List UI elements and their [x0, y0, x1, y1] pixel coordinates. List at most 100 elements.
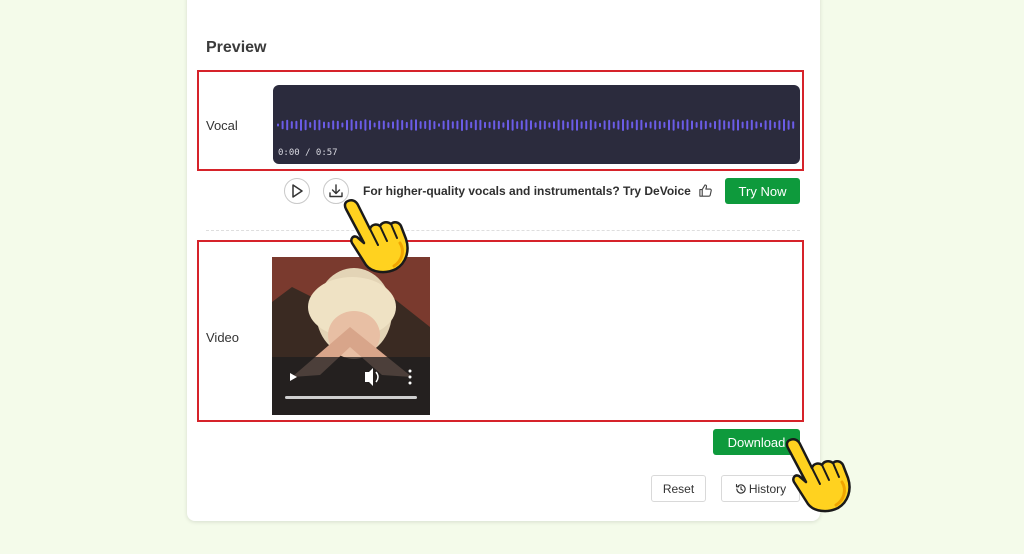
waveform-bar [700, 120, 703, 130]
waveform-bar [488, 121, 491, 129]
waveform-bar [645, 122, 647, 128]
waveform-bar [612, 121, 615, 129]
waveform-bar [571, 119, 574, 131]
waveform-bar [456, 120, 459, 130]
waveform-bar [576, 119, 578, 131]
waveform-bar [681, 120, 684, 130]
waveform-bar [718, 119, 721, 131]
waveform-bar [415, 119, 417, 131]
waveform-bar [382, 120, 385, 130]
waveform-bar [520, 120, 523, 130]
waveform-bar [493, 120, 496, 130]
waveform-bar [543, 120, 546, 130]
waveform-bar [622, 119, 624, 131]
vocal-label: Vocal [206, 118, 238, 133]
waveform-bar [769, 120, 772, 131]
waveform-bar [686, 119, 689, 131]
waveform-bar [783, 119, 785, 131]
waveform-bar [327, 121, 330, 129]
waveform-bar [373, 122, 376, 128]
waveform-bar [750, 119, 753, 131]
video-frame [272, 257, 430, 415]
waveform-bar [424, 120, 427, 129]
waveform-bar [323, 121, 325, 129]
waveform-bar [658, 121, 661, 130]
pointing-hand-icon [343, 198, 409, 274]
waveform-bar [465, 119, 468, 131]
waveform-bar [640, 119, 643, 131]
waveform-bar [313, 119, 316, 131]
waveform-bar [792, 121, 795, 129]
waveform-bar [318, 119, 321, 131]
waveform-bar [723, 120, 726, 130]
waveform-bar [672, 119, 675, 131]
waveform-bar [704, 120, 707, 130]
waveform-bar [346, 119, 348, 131]
waveform-bar [727, 121, 730, 129]
waveform-bar [387, 122, 390, 128]
waveform-bar [635, 119, 638, 131]
waveform-bar [300, 119, 302, 131]
waveform-bar [663, 121, 666, 128]
waveform-bar [497, 120, 500, 130]
waveform-bar [668, 119, 670, 131]
waveform-bar [580, 121, 583, 129]
waveform-bar [470, 121, 473, 129]
waveform-bar [507, 119, 509, 131]
waveform-bar [691, 120, 693, 130]
waveform-bar [410, 119, 413, 131]
try-now-button[interactable]: Try Now [725, 178, 800, 204]
section-divider [206, 230, 800, 231]
waveform-bar [539, 120, 542, 130]
history-icon [735, 483, 746, 494]
waveform-bar [364, 119, 367, 131]
play-icon [292, 184, 303, 198]
vocal-time: 0:00 / 0:57 [278, 148, 338, 158]
waveform-bar [355, 120, 358, 130]
pointing-hand-icon [785, 437, 851, 513]
waveform-graphic [277, 119, 795, 131]
waveform-bar [401, 120, 404, 130]
video-label: Video [206, 330, 240, 345]
waveform-bar [332, 120, 335, 130]
waveform-bar [281, 120, 284, 130]
waveform-bar [755, 121, 758, 129]
waveform-bar [778, 120, 781, 130]
waveform-bar [617, 120, 620, 130]
vocal-waveform-player[interactable]: 0:00 / 0:57 [273, 85, 800, 164]
waveform-bar [566, 121, 569, 129]
waveform-bar [677, 121, 680, 129]
waveform-bar [341, 122, 344, 128]
waveform-bar [304, 119, 307, 131]
waveform-bar [534, 122, 537, 128]
waveform-bar [732, 119, 735, 131]
waveform-bar [695, 122, 698, 128]
waveform-bar [649, 121, 652, 129]
waveform-bar [290, 121, 293, 129]
waveform-bar [626, 120, 629, 130]
waveform-bar [764, 120, 767, 130]
waveform-bar [741, 121, 744, 129]
waveform-bar [405, 121, 408, 129]
video-player[interactable] [272, 257, 430, 415]
waveform-bar [525, 119, 528, 131]
play-button[interactable] [284, 178, 310, 204]
waveform-bar [378, 120, 381, 130]
waveform-bar [392, 121, 394, 129]
waveform-bar [295, 120, 298, 130]
waveform-bar [336, 120, 339, 130]
waveform-bar [396, 119, 399, 131]
waveform-bar [309, 122, 312, 128]
waveform-bar [286, 119, 289, 131]
waveform-bar [502, 122, 505, 128]
waveform-bar [585, 120, 588, 130]
waveform-bar [553, 121, 555, 129]
waveform-bar [516, 121, 519, 129]
waveform-bar [654, 120, 657, 130]
history-label: History [748, 481, 787, 496]
reset-button[interactable]: Reset [651, 475, 706, 502]
waveform-bar [350, 119, 353, 131]
waveform-bar [746, 120, 749, 130]
waveform-bar [479, 119, 482, 131]
thumbs-up-icon[interactable] [698, 183, 713, 198]
